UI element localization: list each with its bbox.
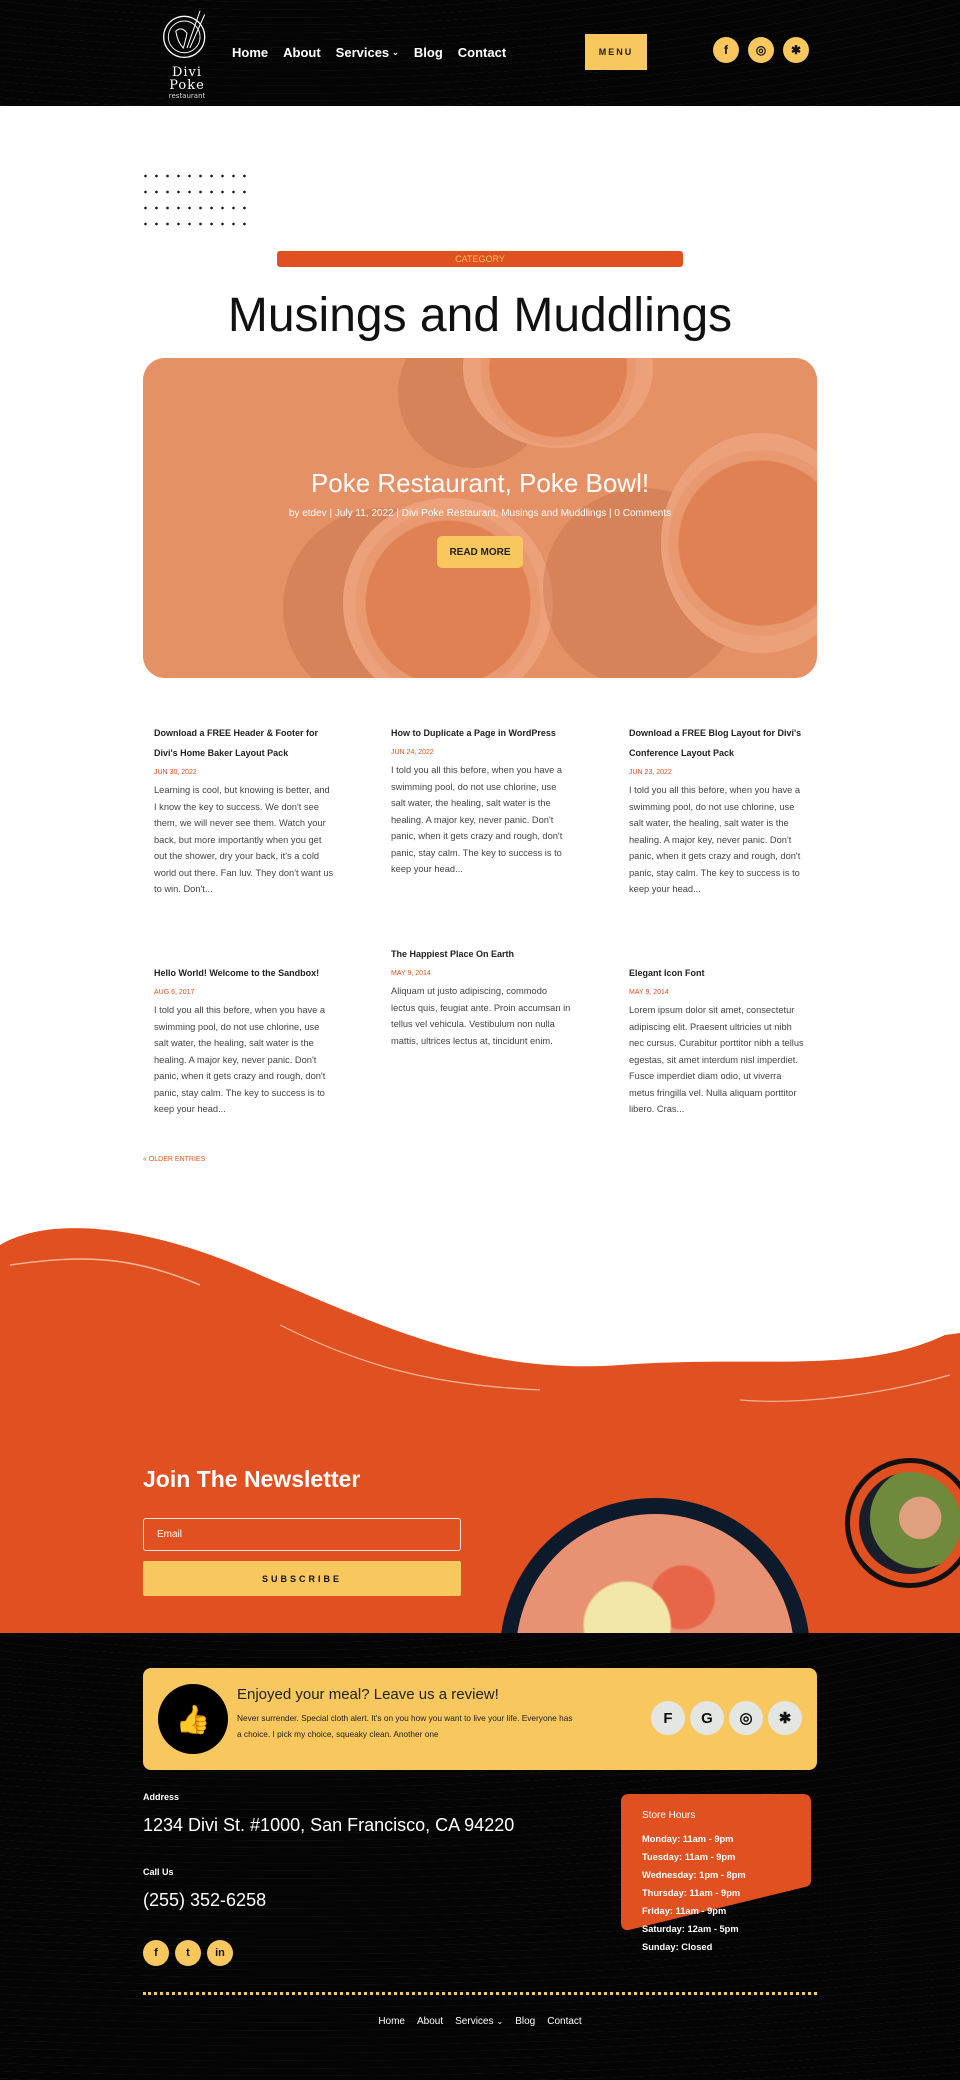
chevron-down-icon: ⌄ bbox=[496, 2017, 504, 2026]
footer-social: f t in bbox=[143, 1940, 233, 1966]
post-card: How to Duplicate a Page in WordPress JUN… bbox=[391, 723, 571, 878]
facebook-icon[interactable]: f bbox=[143, 1940, 169, 1966]
google-icon[interactable]: G bbox=[690, 1701, 724, 1735]
post-title[interactable]: The Happiest Place On Earth bbox=[391, 944, 571, 964]
nav-home[interactable]: Home bbox=[232, 45, 268, 60]
read-more-button[interactable]: READ MORE bbox=[437, 536, 523, 568]
decorative-dot-grid bbox=[140, 168, 254, 238]
thumbs-up-icon: 👍 bbox=[158, 1684, 228, 1754]
site-header: Divi Poke restaurant Home About Services… bbox=[0, 0, 960, 106]
post-card: Download a FREE Blog Layout for Divi's C… bbox=[629, 723, 809, 898]
post-date: MAY 9, 2014 bbox=[391, 970, 431, 977]
hours-row: Friday: 11am - 9pm bbox=[642, 1906, 727, 1916]
footer-nav-home[interactable]: Home bbox=[378, 2016, 405, 2027]
post-date: JUN 23, 2022 bbox=[629, 769, 672, 776]
footer-nav-contact[interactable]: Contact bbox=[547, 2016, 581, 2027]
post-date: AUG 6, 2017 bbox=[154, 989, 195, 996]
nav-contact[interactable]: Contact bbox=[458, 45, 506, 60]
foursquare-icon[interactable]: F bbox=[651, 1701, 685, 1735]
post-title[interactable]: Download a FREE Header & Footer for Divi… bbox=[154, 723, 334, 763]
store-hours-title: Store Hours bbox=[642, 1810, 696, 1821]
phone-value[interactable]: (255) 352-6258 bbox=[143, 1890, 266, 1911]
review-title: Enjoyed your meal? Leave us a review! bbox=[237, 1686, 499, 1703]
facebook-icon[interactable]: f bbox=[713, 37, 739, 63]
chevron-down-icon: ⌄ bbox=[392, 48, 399, 57]
nav-blog[interactable]: Blog bbox=[414, 45, 443, 60]
address-value: 1234 Divi St. #1000, San Francisco, CA 9… bbox=[143, 1815, 515, 1835]
page-title: Musings and Muddlings bbox=[227, 289, 733, 342]
header-social: f ◎ ✱ bbox=[713, 37, 809, 63]
yelp-icon[interactable]: ✱ bbox=[783, 37, 809, 63]
hours-row: Thursday: 11am - 9pm bbox=[642, 1888, 741, 1898]
post-title[interactable]: Download a FREE Blog Layout for Divi's C… bbox=[629, 723, 809, 763]
post-title[interactable]: How to Duplicate a Page in WordPress bbox=[391, 723, 571, 743]
linkedin-icon[interactable]: in bbox=[207, 1940, 233, 1966]
salad-image bbox=[859, 1472, 960, 1574]
review-banner: 👍 Enjoyed your meal? Leave us a review! … bbox=[143, 1668, 817, 1770]
logo-subtitle: restaurant bbox=[168, 92, 206, 100]
featured-post[interactable]: Poke Restaurant, Poke Bowl! by etdev | J… bbox=[143, 358, 817, 678]
post-date: MAY 9, 2014 bbox=[629, 989, 669, 996]
tripadvisor-icon[interactable]: ◎ bbox=[729, 1701, 763, 1735]
review-links: F G ◎ ✱ bbox=[651, 1701, 802, 1735]
post-excerpt: I told you all this before, when you hav… bbox=[154, 1005, 326, 1114]
post-card: Download a FREE Header & Footer for Divi… bbox=[154, 723, 334, 898]
post-title[interactable]: Hello World! Welcome to the Sandbox! bbox=[154, 963, 334, 983]
menu-button[interactable]: MENU bbox=[585, 34, 647, 70]
post-date: JUN 24, 2022 bbox=[391, 749, 434, 756]
post-excerpt: I told you all this before, when you hav… bbox=[391, 765, 563, 874]
hours-row: Saturday: 12am - 5pm bbox=[642, 1924, 739, 1934]
older-entries-link[interactable]: « OLDER ENTRIES bbox=[143, 1156, 205, 1163]
hours-row: Monday: 11am - 9pm bbox=[642, 1834, 734, 1844]
address-label: Address bbox=[143, 1792, 180, 1802]
newsletter-title: Join The Newsletter bbox=[143, 1466, 361, 1492]
nav-services-label: Services bbox=[335, 45, 390, 60]
poke-bowl-logo-icon bbox=[163, 10, 206, 59]
footer-nav-blog[interactable]: Blog bbox=[515, 2016, 535, 2027]
featured-title[interactable]: Poke Restaurant, Poke Bowl! bbox=[143, 468, 817, 499]
nav-about[interactable]: About bbox=[283, 45, 321, 60]
subscribe-button[interactable]: SUBSCRIBE bbox=[143, 1561, 461, 1596]
hours-row: Tuesday: 11am - 9pm bbox=[642, 1852, 736, 1862]
category-badge: CATEGORY bbox=[277, 251, 683, 267]
hours-row: Sunday: Closed bbox=[642, 1942, 713, 1952]
post-excerpt: Aliquam ut justo adipiscing, commodo lec… bbox=[391, 986, 571, 1046]
post-card: Elegant Icon Font MAY 9, 2014 Lorem ipsu… bbox=[629, 963, 809, 1118]
logo-name: Divi Poke bbox=[169, 65, 205, 93]
review-text: Never surrender. Special cloth alert. It… bbox=[237, 1713, 573, 1739]
post-card: The Happiest Place On Earth MAY 9, 2014 … bbox=[391, 944, 571, 1049]
post-excerpt: Learning is cool, but knowing is better,… bbox=[154, 785, 334, 894]
footer-nav-about[interactable]: About bbox=[417, 2016, 443, 2027]
featured-meta: by etdev | July 11, 2022 | Divi Poke Res… bbox=[288, 508, 672, 519]
post-excerpt: I told you all this before, when you hav… bbox=[629, 785, 801, 894]
main-nav: Home About Services ⌄ Blog Contact bbox=[232, 45, 506, 60]
post-title[interactable]: Elegant Icon Font bbox=[629, 963, 809, 983]
post-card: Hello World! Welcome to the Sandbox! AUG… bbox=[154, 963, 334, 1118]
store-hours: Store Hours Monday: 11am - 9pm Tuesday: … bbox=[642, 1810, 746, 1956]
hours-row: Wednesday: 1pm - 8pm bbox=[642, 1870, 746, 1880]
nav-services[interactable]: Services ⌄ bbox=[336, 45, 399, 60]
footer-nav-services-label: Services bbox=[455, 2016, 494, 2027]
tripadvisor-icon[interactable]: ◎ bbox=[748, 37, 774, 63]
footer-divider bbox=[143, 1992, 817, 1995]
footer-nav: Home About Services ⌄ Blog Contact bbox=[0, 2016, 960, 2027]
logo[interactable]: Divi Poke restaurant bbox=[153, 6, 221, 100]
email-input[interactable] bbox=[143, 1518, 461, 1551]
twitter-icon[interactable]: t bbox=[175, 1940, 201, 1966]
post-date: JUN 30, 2022 bbox=[154, 769, 197, 776]
footer-nav-services[interactable]: Services ⌄ bbox=[455, 2016, 503, 2027]
post-excerpt: Lorem ipsum dolor sit amet, consectetur … bbox=[629, 1005, 804, 1114]
call-label: Call Us bbox=[143, 1867, 174, 1877]
yelp-icon[interactable]: ✱ bbox=[768, 1701, 802, 1735]
